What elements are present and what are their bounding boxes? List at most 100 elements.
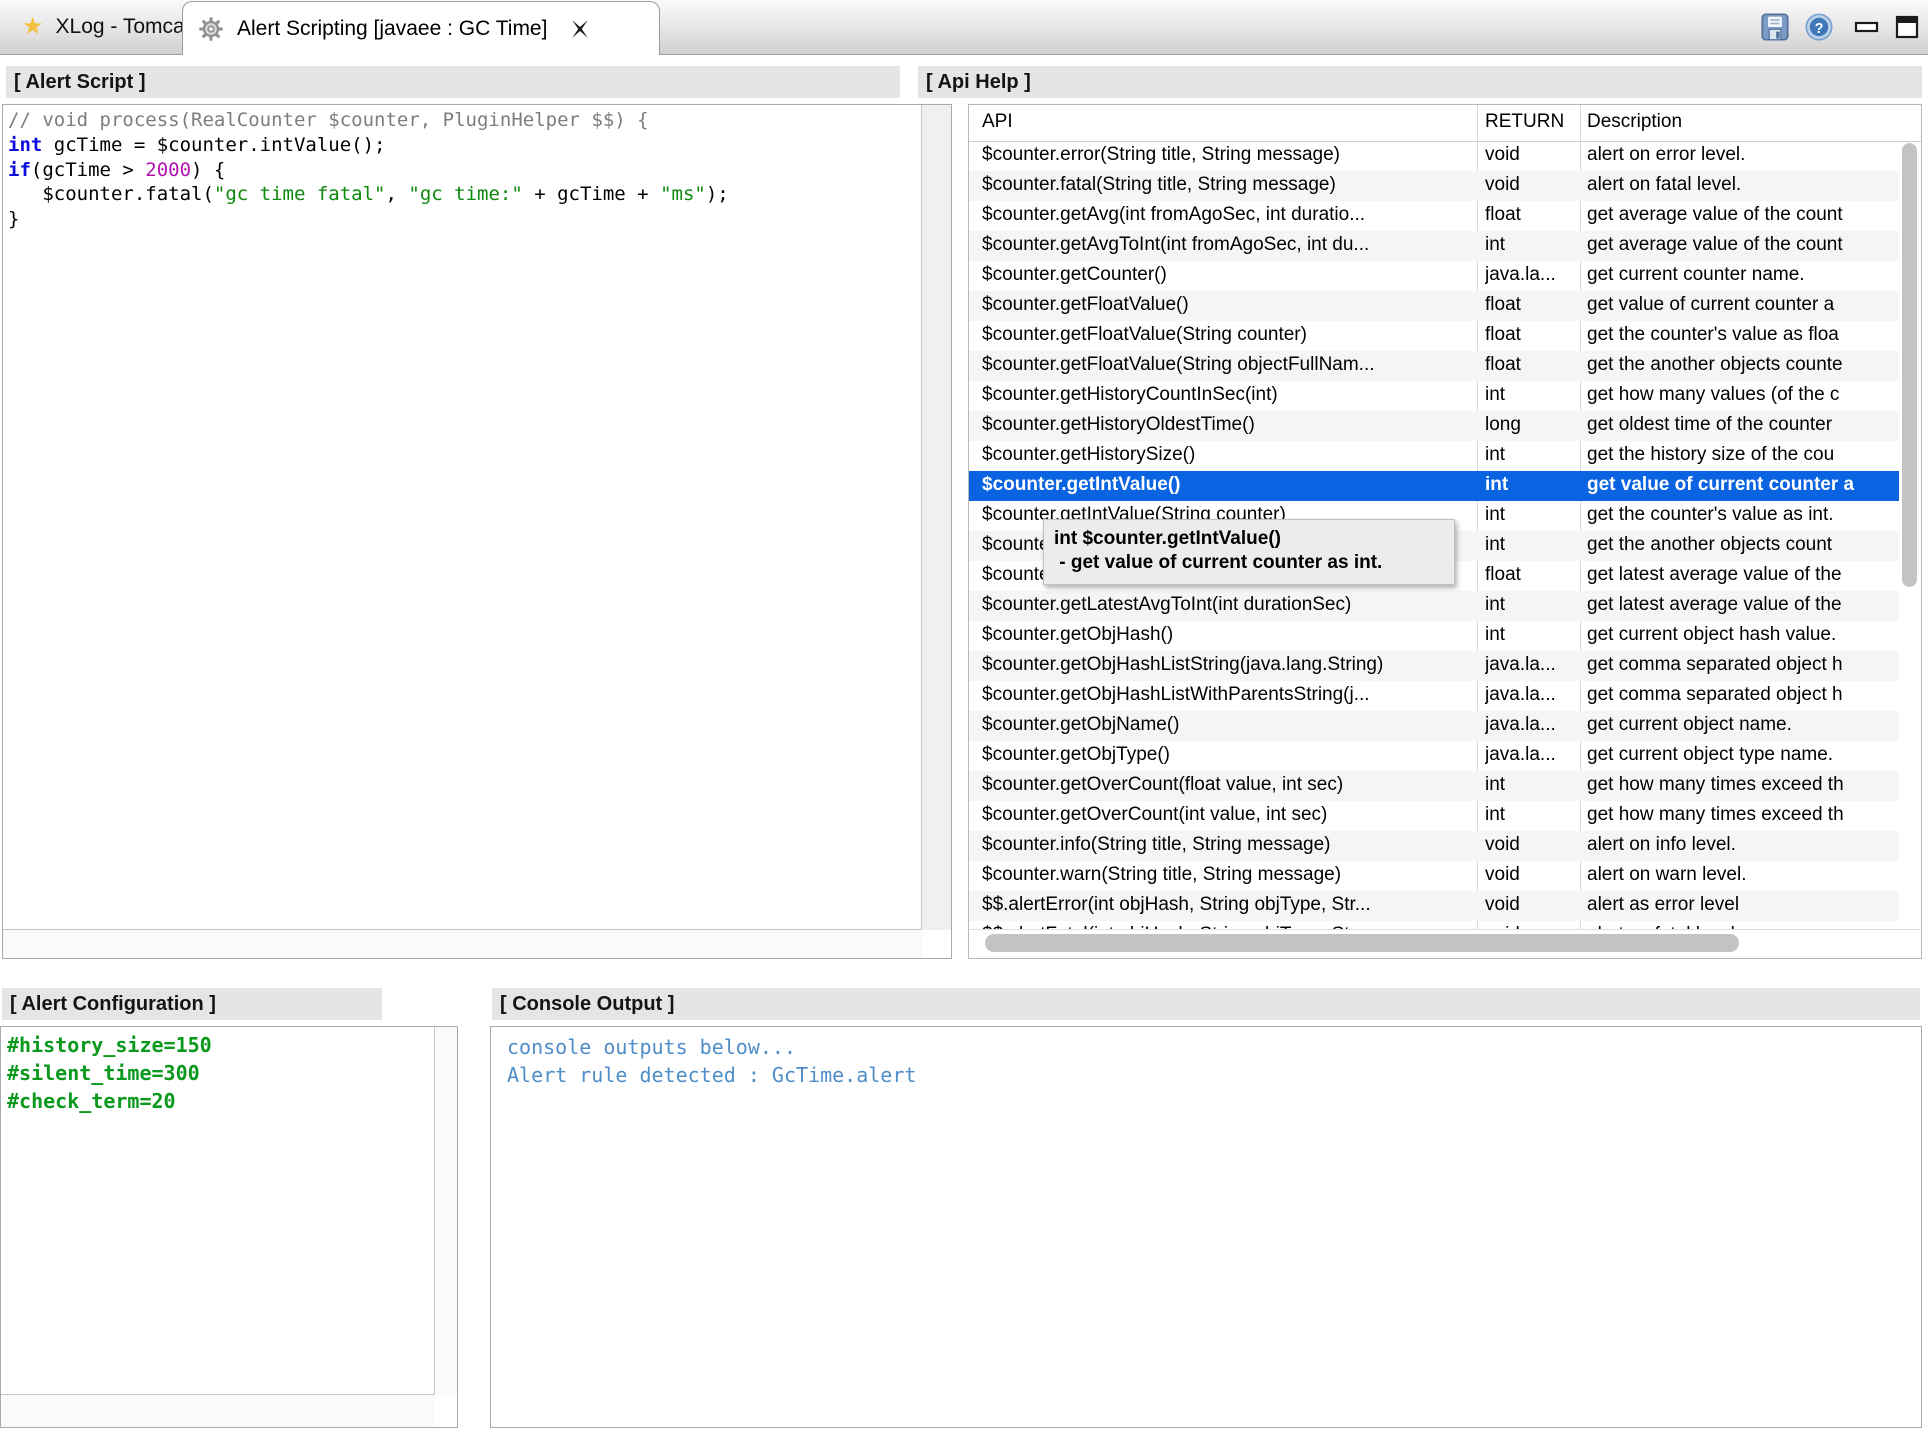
description-cell: alert on fatal level. <box>1587 174 1899 196</box>
config-line: #silent_time=300 <box>7 1059 212 1087</box>
api-cell: $counter.getFloatValue() <box>982 294 1474 316</box>
alert-script-header: [ Alert Script ] <box>6 66 900 98</box>
column-header-description[interactable]: Description <box>1587 111 1899 133</box>
api-row-selected[interactable]: $counter.getIntValue()intget value of cu… <box>969 471 1899 501</box>
description-cell: get oldest time of the counter <box>1587 414 1899 436</box>
config-line: #history_size=150 <box>7 1031 212 1059</box>
alert-script-editor[interactable]: // void process(RealCounter $counter, Pl… <box>2 104 952 959</box>
console-text: console outputs below...Alert rule detec… <box>507 1033 916 1089</box>
return-cell: float <box>1485 294 1575 316</box>
config-text: #history_size=150#silent_time=300#check_… <box>7 1031 212 1115</box>
return-cell: void <box>1485 174 1575 196</box>
return-cell: int <box>1485 804 1575 826</box>
column-header-api[interactable]: API <box>982 111 1474 133</box>
description-cell: alert on info level. <box>1587 834 1899 856</box>
api-row[interactable]: $counter.error(String title, String mess… <box>969 141 1899 171</box>
api-row[interactable]: $counter.fatal(String title, String mess… <box>969 171 1899 201</box>
console-output-panel[interactable]: console outputs below...Alert rule detec… <box>490 1026 1922 1428</box>
return-cell: void <box>1485 864 1575 886</box>
api-row[interactable]: $counter.getOverCount(int value, int sec… <box>969 801 1899 831</box>
description-cell: get current counter name. <box>1587 264 1899 286</box>
code-edit-area[interactable]: // void process(RealCounter $counter, Pl… <box>3 105 922 930</box>
alert-scripting-window: ★ XLog - Tomcat Alert Scripting [javaee … <box>0 0 1928 1432</box>
api-row[interactable]: $counter.getAvg(int fromAgoSec, int dura… <box>969 201 1899 231</box>
return-cell: void <box>1485 834 1575 856</box>
window-toolbar: ? <box>1760 0 1920 54</box>
api-cell: $counter.error(String title, String mess… <box>982 144 1474 166</box>
help-icon[interactable]: ? <box>1804 12 1834 42</box>
api-row[interactable]: $counter.getCounter()java.la...get curre… <box>969 261 1899 291</box>
config-vertical-scrollbar[interactable] <box>435 1027 457 1395</box>
description-cell: get average value of the count <box>1587 204 1899 226</box>
return-cell: java.la... <box>1485 654 1575 676</box>
return-cell: float <box>1485 204 1575 226</box>
api-cell: $counter.getObjHashListWithParentsString… <box>982 684 1474 706</box>
table-vertical-scrollbar-thumb[interactable] <box>1902 143 1917 587</box>
config-line: #check_term=20 <box>7 1087 212 1115</box>
api-row[interactable]: $counter.getObjHashListString(java.lang.… <box>969 651 1899 681</box>
api-row[interactable]: $counter.getFloatValue(String counter)fl… <box>969 321 1899 351</box>
tab-label: XLog - Tomcat <box>56 15 191 39</box>
table-horizontal-scrollbar-thumb[interactable] <box>985 934 1739 952</box>
api-row[interactable]: $counter.getFloatValue(String objectFull… <box>969 351 1899 381</box>
code-text: // void process(RealCounter $counter, Pl… <box>8 108 919 232</box>
api-row[interactable]: $counter.getObjHashListWithParentsString… <box>969 681 1899 711</box>
api-cell: $counter.getIntValue() <box>982 474 1474 496</box>
api-cell: $counter.warn(String title, String messa… <box>982 864 1474 886</box>
return-cell: int <box>1485 444 1575 466</box>
column-header-return[interactable]: RETURN <box>1485 111 1575 133</box>
description-cell: get how many times exceed th <box>1587 804 1899 826</box>
maximize-icon[interactable] <box>1894 14 1920 40</box>
config-edit-area[interactable]: #history_size=150#silent_time=300#check_… <box>1 1027 435 1395</box>
api-row[interactable]: $counter.info(String title, String messa… <box>969 831 1899 861</box>
description-cell: alert on warn level. <box>1587 864 1899 886</box>
api-cell: $counter.getOverCount(int value, int sec… <box>982 804 1474 826</box>
console-line: console outputs below... <box>507 1033 916 1061</box>
code-line: int gcTime = $counter.intValue(); <box>8 133 919 158</box>
gear-icon <box>197 15 225 43</box>
console-output-header: [ Console Output ] <box>492 988 1920 1020</box>
api-cell: $counter.getObjType() <box>982 744 1474 766</box>
config-horizontal-scrollbar[interactable] <box>1 1395 435 1427</box>
api-row[interactable]: $$.alertError(int objHash, String objTyp… <box>969 891 1899 921</box>
api-help-header: [ Api Help ] <box>918 66 1922 98</box>
api-cell: $counter.getAvg(int fromAgoSec, int dura… <box>982 204 1474 226</box>
api-row[interactable]: $counter.getFloatValue()floatget value o… <box>969 291 1899 321</box>
return-cell: long <box>1485 414 1575 436</box>
api-row[interactable]: $counter.getOverCount(float value, int s… <box>969 771 1899 801</box>
table-horizontal-scrollbar-track <box>970 929 1920 957</box>
code-line: $counter.fatal("gc time fatal", "gc time… <box>8 182 919 207</box>
alert-configuration-editor[interactable]: #history_size=150#silent_time=300#check_… <box>0 1026 458 1428</box>
editor-horizontal-scrollbar[interactable] <box>3 930 922 958</box>
api-row[interactable]: $counter.getLatestAvgToInt(int durationS… <box>969 591 1899 621</box>
api-row[interactable]: $counter.getObjType()java.la...get curre… <box>969 741 1899 771</box>
api-cell: $counter.info(String title, String messa… <box>982 834 1474 856</box>
api-cell: $counter.getOverCount(float value, int s… <box>982 774 1474 796</box>
code-line: } <box>8 207 919 232</box>
api-row[interactable]: $counter.warn(String title, String messa… <box>969 861 1899 891</box>
description-cell: get latest average value of the <box>1587 594 1899 616</box>
close-icon[interactable] <box>569 18 591 40</box>
description-cell: get average value of the count <box>1587 234 1899 256</box>
tab-xlog-tomcat[interactable]: ★ XLog - Tomcat <box>4 0 182 53</box>
api-cell: $counter.getFloatValue(String objectFull… <box>982 354 1474 376</box>
alert-configuration-title: [ Alert Configuration ] <box>10 993 216 1016</box>
minimize-icon[interactable] <box>1854 14 1880 40</box>
api-row[interactable]: $counter.getObjName()java.la...get curre… <box>969 711 1899 741</box>
tab-alert-scripting[interactable]: Alert Scripting [javaee : GC Time] <box>182 1 660 55</box>
tooltip-signature: int $counter.getIntValue() <box>1054 527 1444 551</box>
api-row[interactable]: $counter.getObjHash()intget current obje… <box>969 621 1899 651</box>
save-icon[interactable] <box>1760 12 1790 42</box>
code-line: if(gcTime > 2000) { <box>8 158 919 183</box>
api-row[interactable]: $counter.getHistorySize()intget the hist… <box>969 441 1899 471</box>
api-row[interactable]: $counter.getHistoryCountInSec(int)intget… <box>969 381 1899 411</box>
api-row[interactable]: $counter.getAvgToInt(int fromAgoSec, int… <box>969 231 1899 261</box>
return-cell: float <box>1485 324 1575 346</box>
api-row[interactable]: $counter.getHistoryOldestTime()longget o… <box>969 411 1899 441</box>
editor-vertical-scrollbar[interactable] <box>922 105 951 930</box>
return-cell: float <box>1485 354 1575 376</box>
return-cell: int <box>1485 624 1575 646</box>
return-cell: int <box>1485 594 1575 616</box>
return-cell: int <box>1485 234 1575 256</box>
api-cell: $counter.getHistorySize() <box>982 444 1474 466</box>
